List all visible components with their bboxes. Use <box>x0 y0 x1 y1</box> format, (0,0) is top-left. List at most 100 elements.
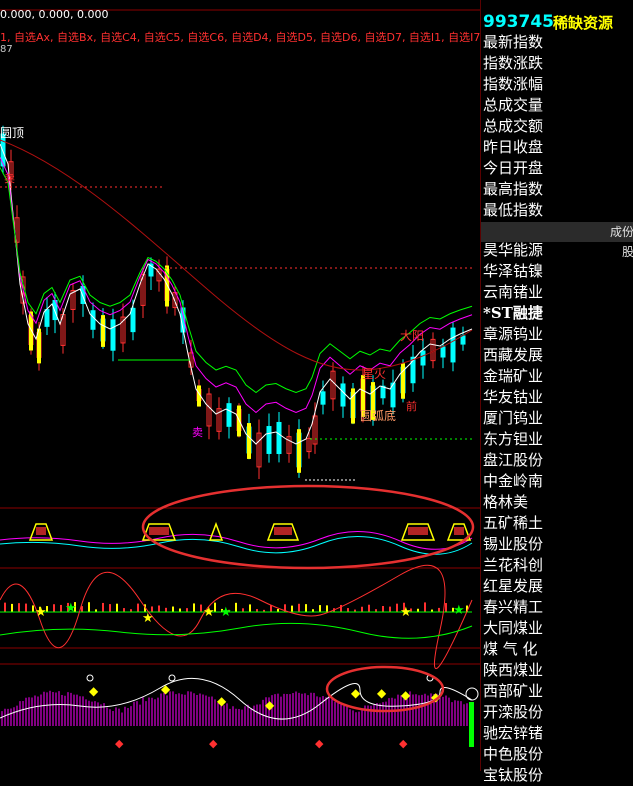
indicator-bar <box>361 606 363 612</box>
stock-list-item[interactable]: 红星发展 <box>483 576 543 597</box>
indicator-bar <box>11 603 13 612</box>
indicator-bar <box>396 603 398 612</box>
pattern-label-round-top: 圆顶 <box>0 126 25 140</box>
candle-body <box>450 327 456 363</box>
indicator-bar <box>389 606 391 612</box>
indicator-bar <box>270 605 272 612</box>
stock-list-item[interactable]: 五矿稀土 <box>483 513 543 534</box>
header-small-value: 87 <box>0 44 13 55</box>
constituent-column-header[interactable]: 成份股 <box>481 222 633 259</box>
index-info-sidebar: 993745 稀缺资源 最新指数 指数涨跌 指数涨幅 总成交量 总成交额 昨日收盘 今日开盘… <box>480 0 633 784</box>
indicator-bar <box>291 605 293 612</box>
constituent-column-header-label: 成份股 <box>609 225 633 259</box>
index-stat-label: 总成交量 <box>483 96 544 114</box>
stock-list-item[interactable]: 春兴精工 <box>483 597 543 618</box>
stock-list-item[interactable]: 金瑞矿业 <box>483 366 543 387</box>
indicator-trapezoid <box>208 521 224 541</box>
indicator-bar <box>200 604 202 612</box>
candle-body-highlight <box>297 429 301 473</box>
indicator-fill-band <box>36 527 46 535</box>
stock-list-item[interactable]: 盘江股份 <box>483 450 543 471</box>
candle-body <box>340 383 346 407</box>
candle-body <box>90 310 96 330</box>
index-stat-list: 最新指数 指数涨跌 指数涨幅 总成交量 总成交额 昨日收盘 今日开盘 最高指数 最低指数 <box>483 32 543 221</box>
indicator-bar <box>326 605 328 612</box>
indicator-bar <box>445 603 447 612</box>
stock-list-item[interactable]: 云南锗业 <box>483 282 543 303</box>
indicator-bar <box>18 603 20 612</box>
chart-area[interactable]: 星火 圆弧底 大阳卖卖前 ★ ★ ★ ★ ★ ★ ★ ◆ ◆ ◆ ◆ ◆ ◆ ◆ ◆ ◆ ◆ ◆ ◆ 0.000, 0.0… <box>0 0 480 771</box>
circle-marker-icon <box>86 674 94 682</box>
indicator-bar <box>249 604 251 612</box>
star-icon: ★ <box>142 611 154 626</box>
candle-body <box>380 385 386 399</box>
indicator-bar <box>305 604 307 612</box>
indicator-fill-band <box>454 527 464 535</box>
header-small-value-text: 87 <box>0 44 13 55</box>
stock-list-item[interactable]: 中金岭南 <box>483 471 543 492</box>
index-name: 稀缺资源 <box>553 14 614 32</box>
constituent-stock-list: 昊华能源 华泽钴镍 云南锗业 *ST融捷 章源钨业 西藏发展 金瑞矿业 华友钴业 厦门钨业 东方钽… <box>483 240 543 786</box>
candle-body <box>320 391 326 405</box>
indicator-bar <box>109 604 111 612</box>
stock-list-item[interactable]: 格林美 <box>483 492 543 513</box>
star-icon: ★ <box>35 605 47 620</box>
stock-list-item[interactable]: 章源钨业 <box>483 324 543 345</box>
index-stat-label: 指数涨幅 <box>483 75 544 93</box>
candle-body <box>110 319 116 351</box>
stock-list-item[interactable]: 驰宏锌锗 <box>483 723 543 744</box>
candle-body-highlight <box>101 315 105 347</box>
stock-list-item[interactable]: 东方钽业 <box>483 429 543 450</box>
stock-list-item[interactable]: 大同煤业 <box>483 618 543 639</box>
stock-list-item[interactable]: 厦门钨业 <box>483 408 543 429</box>
diamond-icon: ◆ <box>377 686 387 700</box>
candle-body <box>440 346 446 358</box>
candle-body-highlight <box>247 423 251 459</box>
stock-list-item[interactable]: 中色股份 <box>483 744 543 765</box>
diamond-icon: ◆ <box>315 737 324 750</box>
diamond-icon: ◆ <box>161 682 171 696</box>
stock-list-item[interactable]: 西藏发展 <box>483 345 543 366</box>
ma-line-green <box>0 167 473 394</box>
diamond-icon: ◆ <box>89 684 99 698</box>
scroll-indicator-bar <box>469 702 474 747</box>
indicator-bar <box>116 603 118 612</box>
candle-body <box>276 421 282 455</box>
stock-list-item[interactable]: 开滦股份 <box>483 702 543 723</box>
indicator-bar <box>88 602 90 612</box>
label-round-bottom: 圆弧底 <box>360 408 396 423</box>
stock-list-item[interactable]: 锡业股份 <box>483 534 543 555</box>
stock-list-item[interactable]: 陕西煤业 <box>483 660 543 681</box>
stock-list-item[interactable]: 昊华能源 <box>483 240 543 261</box>
stock-list-item[interactable]: 煤 气 化 <box>483 639 543 660</box>
star-icon: ★ <box>220 605 232 620</box>
candle-body <box>130 307 136 333</box>
indicator-bar <box>368 604 370 612</box>
circle-marker-icon <box>168 674 176 682</box>
indicator-bar <box>165 607 167 612</box>
label-signal: 前 <box>406 399 417 413</box>
indicator-line-cyan <box>0 536 473 555</box>
stock-list-item[interactable]: 西部矿业 <box>483 681 543 702</box>
header-formula-list: 1, 自选Ax, 自选Bx, 自选C4, 自选C5, 自选C6, 自选D4, 自… <box>0 29 480 45</box>
indicator-bar <box>179 608 181 612</box>
indicator-bar <box>25 603 27 612</box>
indicator-bar <box>382 605 384 612</box>
stock-list-item[interactable]: 宝钛股份 <box>483 765 543 786</box>
kline-chart[interactable]: 星火圆弧底大阳卖卖前★ ★★ ★ ★ ★ ★◆ ◆◆ ◆◆ ◆ ◆ ◆◆ ◆ ◆ ◆ <box>0 0 480 771</box>
indicator-bar <box>319 605 321 612</box>
candle-body <box>44 309 50 327</box>
indicator-bar <box>123 608 125 612</box>
indicator-bar <box>186 608 188 612</box>
candle-body <box>266 426 272 454</box>
diamond-icon: ◆ <box>399 737 408 750</box>
stock-list-item[interactable]: 华友钴业 <box>483 387 543 408</box>
stock-list-item[interactable]: 兰花科创 <box>483 555 543 576</box>
candle-body <box>460 335 466 345</box>
index-code: 993745 <box>483 12 554 32</box>
indicator-bar <box>4 602 6 612</box>
stock-list-item[interactable]: 华泽钴镍 <box>483 261 543 282</box>
stock-list-item[interactable]: *ST融捷 <box>483 303 543 324</box>
indicator-bar <box>242 608 244 612</box>
label-star-fire: 星火 <box>362 367 386 381</box>
